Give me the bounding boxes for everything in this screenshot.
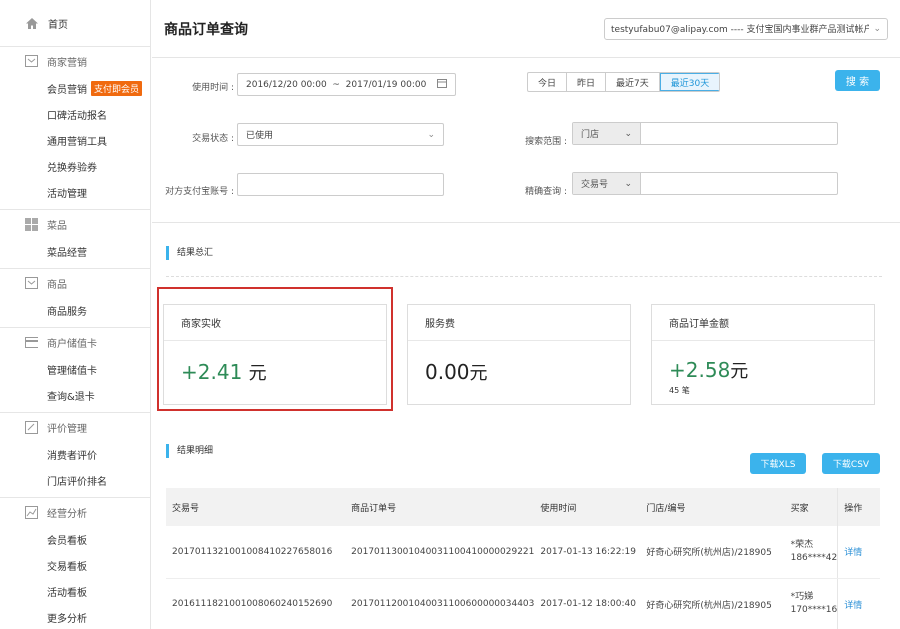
sidebar-item-manage-card[interactable]: 管理储值卡 bbox=[0, 356, 150, 382]
sidebar-group-marketing: 商家营销 会员营销 支付即会员 口碑活动报名 通用营销工具 兑换券验券 活动管理 bbox=[0, 47, 150, 210]
table-row: 2017011321001008410227658016 20170113001… bbox=[166, 526, 880, 579]
time-label: 使用时间 : bbox=[192, 83, 234, 93]
detail-link[interactable]: 详情 bbox=[837, 526, 880, 579]
quick-date-today[interactable]: 今日 bbox=[528, 73, 568, 91]
chevron-down-icon: ⌄ bbox=[873, 23, 881, 34]
exact-query-select[interactable]: 交易号 ⌄ bbox=[573, 173, 641, 194]
col-order-no: 商品订单号 bbox=[345, 488, 535, 526]
badge-pay-member: 支付即会员 bbox=[91, 80, 143, 96]
quick-date-selector: 今日 昨日 最近7天 最近30天 bbox=[527, 72, 721, 92]
scope-label: 搜索范围 : bbox=[525, 137, 567, 147]
sidebar-group-goods: 商品 商品服务 bbox=[0, 269, 150, 328]
sidebar-head-analysis[interactable]: 经营分析 bbox=[0, 498, 150, 526]
gift-icon bbox=[25, 55, 38, 68]
sidebar-item-store-rank[interactable]: 门店评价排名 bbox=[0, 467, 150, 493]
account-label: 对方支付宝账号 : bbox=[165, 187, 234, 197]
status-label: 交易状态 : bbox=[192, 134, 234, 144]
table-row: 2016111821001008060240152690 20170112001… bbox=[166, 578, 880, 629]
trade-status-select[interactable]: 已使用 ⌄ bbox=[237, 123, 444, 146]
chevron-down-icon: ⌄ bbox=[624, 178, 632, 189]
sidebar-item-consumer-review[interactable]: 消费者评价 bbox=[0, 441, 150, 467]
edit-icon bbox=[25, 420, 38, 434]
chevron-down-icon: ⌄ bbox=[624, 128, 632, 139]
scope-field[interactable]: 门店 ⌄ bbox=[572, 122, 838, 145]
card-order-amount: 商品订单金额 +2.58元 45 笔 bbox=[651, 304, 875, 405]
sidebar-item-voucher[interactable]: 兑换券验券 bbox=[0, 153, 150, 179]
card-service-fee: 服务费 0.00元 bbox=[407, 304, 631, 405]
col-time: 使用时间 bbox=[534, 488, 641, 526]
scope-select[interactable]: 门店 ⌄ bbox=[573, 123, 641, 144]
goods-icon bbox=[25, 277, 38, 290]
top-bar: 商品订单查询 testyufabu07@alipay.com ---- 支付宝国… bbox=[152, 0, 900, 58]
sidebar-group-analysis: 经营分析 会员看板 交易看板 活动看板 更多分析 bbox=[0, 498, 150, 629]
col-buyer: 买家 bbox=[784, 488, 838, 526]
sidebar-head-dishes[interactable]: 菜品 bbox=[0, 210, 150, 238]
exact-label: 精确查询 : bbox=[525, 187, 567, 197]
col-trade-no: 交易号 bbox=[166, 488, 346, 526]
filter-panel: 使用时间 : 2016/12/20 00:00 ~ 2017/01/19 00:… bbox=[152, 58, 900, 223]
home-icon bbox=[25, 17, 39, 30]
search-button[interactable]: 搜 索 bbox=[835, 70, 880, 91]
sidebar-item-member-marketing[interactable]: 会员营销 支付即会员 bbox=[0, 75, 150, 101]
sidebar-group-review: 评价管理 消费者评价 门店评价排名 bbox=[0, 413, 150, 498]
sidebar-head-review[interactable]: 评价管理 bbox=[0, 413, 150, 441]
card-icon bbox=[25, 336, 38, 349]
chevron-down-icon: ⌄ bbox=[427, 129, 435, 140]
quick-date-yesterday[interactable]: 昨日 bbox=[567, 73, 607, 91]
sidebar-item-more-analysis[interactable]: 更多分析 bbox=[0, 604, 150, 629]
sidebar-group-card: 商户储值卡 管理储值卡 查询&退卡 bbox=[0, 328, 150, 413]
page-title: 商品订单查询 bbox=[164, 21, 248, 38]
sidebar-head-card[interactable]: 商户储值卡 bbox=[0, 328, 150, 356]
date-range-input[interactable]: 2016/12/20 00:00 ~ 2017/01/19 00:00 bbox=[237, 73, 456, 96]
sidebar-item-dish-ops[interactable]: 菜品经营 bbox=[0, 238, 150, 264]
sidebar-home-label: 首页 bbox=[48, 19, 68, 31]
sidebar-item-koubei[interactable]: 口碑活动报名 bbox=[0, 101, 150, 127]
sidebar-group-dishes: 菜品 菜品经营 bbox=[0, 210, 150, 269]
sidebar-item-goods-service[interactable]: 商品服务 bbox=[0, 297, 150, 323]
summary-title: 结果总汇 bbox=[166, 246, 213, 260]
col-op: 操作 bbox=[837, 488, 880, 526]
sidebar: 首页 商家营销 会员营销 支付即会员 口碑活动报名 通用营销工具 兑换券验券 活… bbox=[0, 0, 151, 629]
summary-divider bbox=[166, 276, 882, 277]
counterparty-account-input[interactable] bbox=[237, 173, 444, 196]
order-count: 45 笔 bbox=[669, 386, 690, 395]
detail-title: 结果明细 bbox=[166, 444, 213, 458]
quick-date-7days[interactable]: 最近7天 bbox=[606, 73, 660, 91]
highlight-box bbox=[157, 287, 393, 411]
sidebar-item-member-board[interactable]: 会员看板 bbox=[0, 526, 150, 552]
detail-link[interactable]: 详情 bbox=[837, 578, 880, 629]
sidebar-head-goods[interactable]: 商品 bbox=[0, 269, 150, 297]
sidebar-item-tools[interactable]: 通用营销工具 bbox=[0, 127, 150, 153]
sidebar-home[interactable]: 首页 bbox=[0, 0, 150, 47]
chart-icon bbox=[25, 505, 38, 519]
order-table: 交易号 商品订单号 使用时间 门店/编号 买家 操作 2017011321001… bbox=[166, 488, 880, 629]
sidebar-head-marketing[interactable]: 商家营销 bbox=[0, 47, 150, 75]
download-csv-button[interactable]: 下载CSV bbox=[822, 453, 880, 474]
account-select[interactable]: testyufabu07@alipay.com ---- 支付宝国内事业群产品测… bbox=[604, 17, 888, 40]
download-xls-button[interactable]: 下载XLS bbox=[750, 453, 806, 474]
sidebar-item-refund-card[interactable]: 查询&退卡 bbox=[0, 382, 150, 408]
exact-query-field[interactable]: 交易号 ⌄ bbox=[572, 172, 838, 195]
grid-icon bbox=[25, 217, 38, 231]
calendar-icon bbox=[437, 78, 447, 91]
sidebar-item-activity[interactable]: 活动管理 bbox=[0, 179, 150, 205]
quick-date-30days[interactable]: 最近30天 bbox=[659, 73, 720, 91]
col-store: 门店/编号 bbox=[640, 488, 785, 526]
sidebar-item-trade-board[interactable]: 交易看板 bbox=[0, 552, 150, 578]
table-header-row: 交易号 商品订单号 使用时间 门店/编号 买家 操作 bbox=[166, 488, 880, 526]
sidebar-item-activity-board[interactable]: 活动看板 bbox=[0, 578, 150, 604]
